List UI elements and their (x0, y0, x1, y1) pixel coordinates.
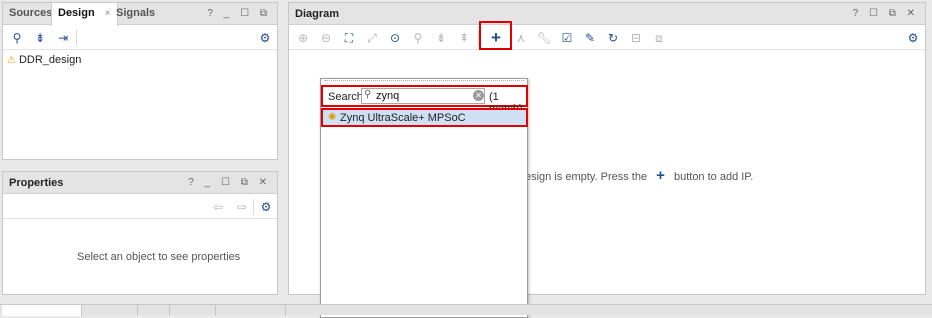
bottom-tab[interactable] (82, 305, 138, 316)
gear-icon[interactable]: ⚙ (905, 30, 921, 46)
bottom-tab[interactable] (170, 305, 216, 316)
tab-signals[interactable]: Signals (110, 3, 161, 25)
zoom-in-icon[interactable]: ⊕ (295, 30, 311, 46)
search-result-item[interactable]: ✺ Zynq UltraScale+ MPSoC (321, 108, 528, 127)
toolbar-separator (76, 30, 77, 46)
result-label: Zynq UltraScale+ MPSoC (340, 112, 466, 124)
diagram-header: Diagram ? ☐ ⧉ ✕ (289, 3, 925, 25)
forward-arrow-icon[interactable]: ⇨ (234, 199, 250, 215)
auto-connect-icon[interactable]: ⋏ (513, 30, 529, 46)
ip-search-popup: Search: ⚲ ✕ (1 match) ✺ Zynq UltraScale+… (320, 78, 528, 318)
design-sources-panel: Sources Design × Signals ? _ ☐ ⧉ ⚲ ⇟ ⇥ ⚙ … (2, 2, 278, 160)
zoom-fit-icon[interactable]: ⛶ (341, 30, 357, 46)
popup-drag-handle[interactable] (324, 80, 524, 83)
search-icon[interactable]: ⚲ (9, 30, 25, 46)
refresh-icon[interactable]: ↻ (605, 30, 621, 46)
pin-icon[interactable]: ✎ (582, 30, 598, 46)
empty-properties-message: Select an object to see properties (77, 251, 241, 263)
window-controls[interactable]: ? _ ☐ ⧉ (207, 3, 271, 25)
properties-header: Properties ? _ ☐ ⧉ ✕ (3, 172, 277, 194)
design-toolbar: ⚲ ⇟ ⇥ ⚙ (3, 26, 277, 50)
back-arrow-icon[interactable]: ⇦ (210, 199, 226, 215)
zoom-out-icon[interactable]: ⊖ (318, 30, 334, 46)
panel-title: Diagram (295, 8, 340, 20)
tab-design[interactable]: Design × (51, 3, 118, 26)
add-ip-highlight (479, 21, 512, 50)
bottom-tab[interactable] (2, 305, 82, 316)
search-icon: ⚲ (364, 89, 372, 100)
search-icon[interactable]: ⚲ (410, 30, 426, 46)
collapse-icon[interactable]: ⇟ (433, 30, 449, 46)
window-controls[interactable]: ? ☐ ⧉ ✕ (853, 3, 919, 25)
properties-toolbar: ⇦ ⇨ ⚙ (3, 195, 277, 219)
clear-search-icon[interactable]: ✕ (473, 90, 484, 101)
empty-diagram-message: esign is empty. Press the + button to ad… (525, 167, 754, 184)
expand-icon[interactable]: ⇞ (456, 30, 472, 46)
chip-icon[interactable]: ⧈ (651, 30, 667, 46)
search-row: Search: ⚲ ✕ (1 match) (321, 85, 528, 115)
zoom-area-icon[interactable]: ⤢ (364, 30, 380, 46)
panel-title: Properties (9, 177, 64, 189)
gear-icon[interactable]: ⚙ (257, 30, 273, 46)
ip-chip-icon: ✺ (328, 112, 337, 123)
gear-icon[interactable]: ⚙ (258, 199, 274, 215)
search-input[interactable] (361, 88, 485, 104)
toolbar-separator (253, 199, 254, 215)
collapse-all-icon[interactable]: ⇟ (32, 30, 48, 46)
warning-icon: ⚠ (7, 55, 16, 66)
bottom-tab[interactable] (216, 305, 286, 316)
diagram-toolbar: ⊕ ⊖ ⛶ ⤢ ⊙ ⚲ ⇟ ⇞ + ⋏ 🔧︎ ☑ ✎ ↻ ⊟ ⧈ ⚙ (289, 26, 925, 50)
wrench-icon[interactable]: 🔧︎ (536, 30, 552, 46)
validate-icon[interactable]: ☑ (559, 30, 575, 46)
expand-icon[interactable]: ⇥ (55, 30, 71, 46)
select-area-icon[interactable]: ⊙ (387, 30, 403, 46)
design-tabbar: Sources Design × Signals ? _ ☐ ⧉ (3, 3, 277, 26)
window-controls[interactable]: ? _ ☐ ⧉ ✕ (188, 172, 271, 194)
tree-item-ddr-design[interactable]: ⚠ DDR_design (7, 54, 81, 66)
properties-panel: Properties ? _ ☐ ⧉ ✕ ⇦ ⇨ ⚙ Select an obj… (2, 171, 278, 295)
bottom-tab[interactable] (138, 305, 170, 316)
layout-icon[interactable]: ⊟ (628, 30, 644, 46)
bottom-tab-strip (0, 304, 932, 316)
add-ip-inline-icon: + (656, 167, 665, 184)
